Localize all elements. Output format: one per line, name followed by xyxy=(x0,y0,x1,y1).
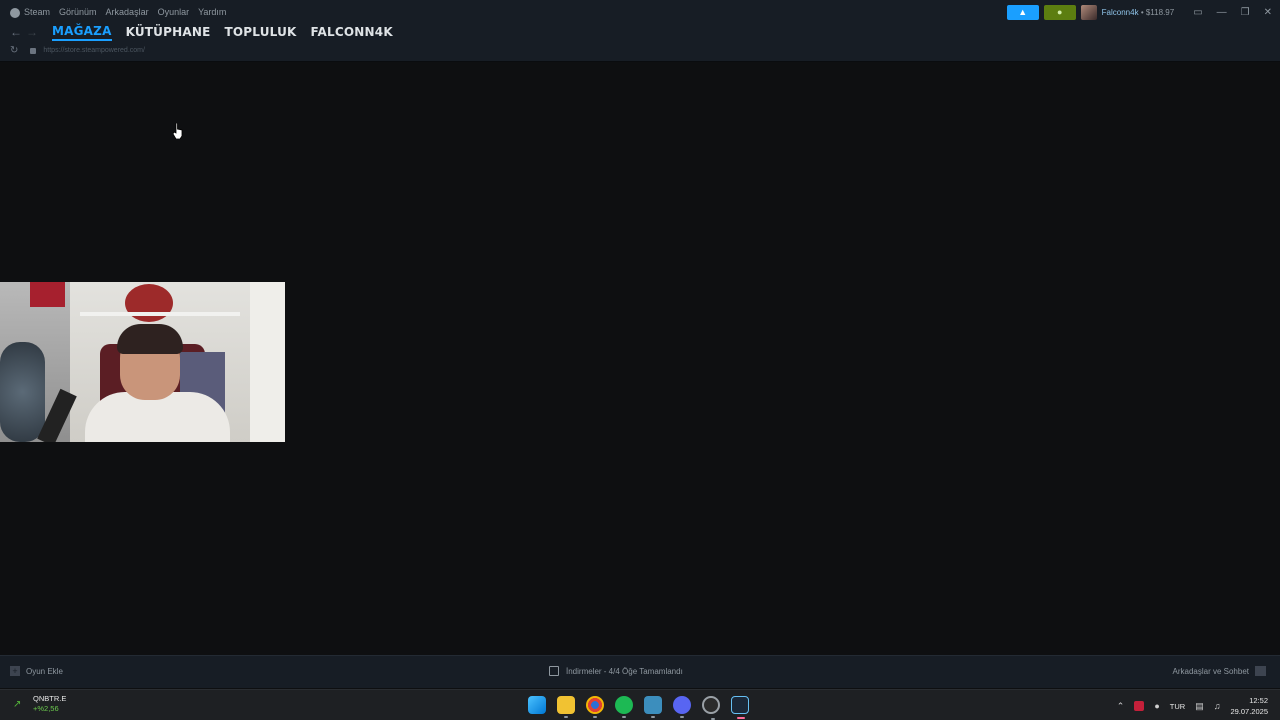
url-bar: ↻ https://store.steampowered.com/ xyxy=(10,45,145,56)
webcam-wall-logo xyxy=(125,284,173,322)
language-indicator[interactable]: TUR xyxy=(1170,702,1185,711)
webcam-right-wall xyxy=(250,282,285,442)
system-tray: ⌃ ● TUR ▤ ♫ 12:52 29.07.2025 xyxy=(1117,695,1268,717)
stock-trend-icon: ↗ xyxy=(13,699,22,710)
maximize-icon[interactable]: ❐ xyxy=(1241,7,1250,18)
refresh-icon[interactable]: ↻ xyxy=(10,45,18,56)
running-indicator xyxy=(564,716,568,718)
menu-item-friends[interactable]: Arkadaşlar xyxy=(106,6,149,18)
stock-symbol: QNBTR.E xyxy=(33,694,67,703)
friends-icon xyxy=(1255,666,1266,676)
stock-change: +%2,56 xyxy=(33,704,59,713)
arrow-right-icon[interactable]: → xyxy=(24,25,40,39)
notifications-button[interactable]: ● xyxy=(1043,5,1076,20)
minimize-icon[interactable]: — xyxy=(1217,7,1227,18)
menu-item-steam[interactable]: Steam xyxy=(10,6,50,18)
url-text[interactable]: https://store.steampowered.com/ xyxy=(43,47,145,54)
obs-icon[interactable] xyxy=(702,696,720,720)
tab-community[interactable]: TOPLULUK xyxy=(225,25,297,39)
discord-icon[interactable] xyxy=(673,696,691,718)
stock-widget[interactable]: ↗ QNBTR.E +%2,56 xyxy=(13,694,66,714)
network-icon[interactable]: ▤ xyxy=(1195,701,1204,712)
file-explorer-icon[interactable] xyxy=(557,696,575,718)
menu-item-help[interactable]: Yardım xyxy=(198,6,226,18)
running-indicator xyxy=(622,716,626,718)
running-indicator xyxy=(680,716,684,718)
account-name: Falconn4k xyxy=(1101,8,1139,17)
downloads-label: İndirmeler - 4/4 Öğe Tamamlandı xyxy=(566,666,683,676)
webcam-overlay xyxy=(0,282,285,442)
webcam-person-hair xyxy=(117,324,183,354)
account-separator: • xyxy=(1140,8,1144,17)
steam-menu-bar: Steam Görünüm Arkadaşlar Oyunlar Yardım xyxy=(10,6,226,18)
running-indicator xyxy=(737,717,745,719)
window-controls: ▭ — ❐ ✕ xyxy=(1193,7,1272,18)
running-indicator xyxy=(651,716,655,718)
arrow-left-icon[interactable]: ← xyxy=(8,25,24,39)
close-icon[interactable]: ✕ xyxy=(1264,7,1272,18)
friends-label: Arkadaşlar ve Sohbet xyxy=(1172,666,1250,676)
chevron-up-icon[interactable]: ⌃ xyxy=(1117,701,1125,712)
webcam-plant xyxy=(0,342,45,442)
add-game-label: Oyun Ekle xyxy=(26,666,63,676)
wallet-balance: $118.97 xyxy=(1145,8,1175,17)
windows-start-icon[interactable] xyxy=(528,696,546,714)
steam-bottom-bar: + Oyun Ekle İndirmeler - 4/4 Öğe Tamamla… xyxy=(0,655,1280,688)
windows-taskbar: ↗ QNBTR.E +%2,56 ⌃ ● TUR ▤ ♫ 12:52 29.07… xyxy=(0,689,1280,720)
announcements-button[interactable]: ▲ xyxy=(1006,5,1039,20)
clock-time: 12:52 xyxy=(1249,696,1268,705)
megaphone-icon: ▲ xyxy=(1018,7,1028,17)
tray-app-icon[interactable] xyxy=(1134,701,1145,711)
downloads-button[interactable]: İndirmeler - 4/4 Öğe Tamamlandı xyxy=(549,666,683,676)
friends-chat-button[interactable]: Arkadaşlar ve Sohbet xyxy=(1172,666,1266,676)
menu-item-games[interactable]: Oyunlar xyxy=(158,6,190,18)
webcam-shelf xyxy=(80,312,240,316)
download-icon xyxy=(549,666,559,676)
add-game-button[interactable]: + Oyun Ekle xyxy=(10,666,63,676)
account-menu[interactable]: Falconn4k • $118.97 xyxy=(1102,8,1175,17)
bell-icon: ● xyxy=(1056,7,1063,17)
clock-date: 29.07.2025 xyxy=(1230,707,1268,716)
steam-titlebar: Steam Görünüm Arkadaşlar Oyunlar Yardım … xyxy=(0,0,1280,62)
clock[interactable]: 12:52 29.07.2025 xyxy=(1230,695,1268,717)
microphone-icon[interactable]: ● xyxy=(1154,701,1159,711)
tab-library[interactable]: KÜTÜPHANE xyxy=(126,25,211,39)
chrome-icon[interactable] xyxy=(586,696,604,718)
app-icon[interactable] xyxy=(644,696,662,718)
tab-profile[interactable]: FALCONN4K xyxy=(311,25,393,39)
menu-item-view[interactable]: Görünüm xyxy=(59,6,97,18)
top-right-controls: ▲ ● Falconn4k • $118.97 ▭ — ❐ ✕ xyxy=(1006,5,1272,20)
steam-icon[interactable] xyxy=(731,696,749,719)
mouse-cursor-icon xyxy=(173,123,183,139)
nav-row: ← → MAĞAZA KÜTÜPHANE TOPLULUK FALCONN4K xyxy=(8,22,407,42)
running-indicator xyxy=(593,716,597,718)
big-picture-icon[interactable]: ▭ xyxy=(1193,7,1202,18)
taskbar-apps xyxy=(528,696,749,720)
steam-logo-icon xyxy=(10,7,20,18)
webcam-red-poster xyxy=(30,282,65,307)
avatar[interactable] xyxy=(1080,5,1097,20)
tab-store[interactable]: MAĞAZA xyxy=(52,24,112,41)
volume-icon[interactable]: ♫ xyxy=(1214,701,1221,711)
plus-icon: + xyxy=(10,666,20,676)
spotify-icon[interactable] xyxy=(615,696,633,718)
menu-item-label: Steam xyxy=(24,7,51,17)
lock-icon xyxy=(30,47,37,54)
